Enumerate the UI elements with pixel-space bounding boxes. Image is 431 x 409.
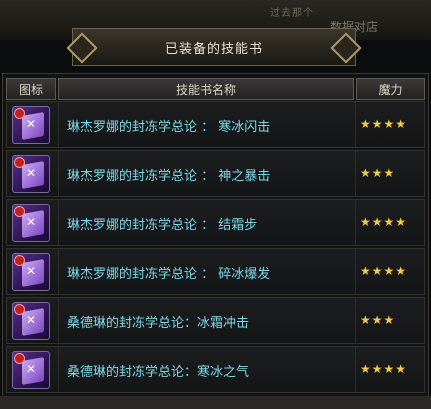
power-stars: ★★★: [360, 166, 396, 180]
skill-book-icon[interactable]: ✕: [12, 106, 50, 144]
header-power: 魔力: [356, 78, 425, 100]
skill-book-name: 桑德琳的封冻学总论：冰霜冲击: [67, 316, 250, 331]
lock-icon: [14, 304, 25, 315]
power-stars: ★★★★: [360, 362, 408, 376]
lock-icon: [14, 353, 25, 364]
skill-book-name: 琳杰罗娜的封冻学总论 ： 神之暴击: [67, 169, 271, 184]
table-row[interactable]: ✕ 琳杰罗娜的封冻学总论 ： 神之暴击 ★★★: [6, 150, 425, 197]
table-row[interactable]: ✕ 琳杰罗娜的封冻学总论 ： 寒冰闪击 ★★★★: [6, 101, 425, 148]
lock-icon: [14, 206, 25, 217]
table-header: 图标 技能书名称 魔力: [6, 78, 425, 100]
skill-book-icon[interactable]: ✕: [12, 351, 50, 389]
power-stars: ★★★★: [360, 264, 408, 278]
skill-book-name: 琳杰罗娜的封冻学总论 ： 寒冰闪击: [67, 120, 271, 135]
skill-book-icon[interactable]: ✕: [12, 155, 50, 193]
lock-icon: [14, 108, 25, 119]
window-title: 已装备的技能书: [164, 41, 263, 57]
skill-book-name: 琳杰罗娜的封冻学总论 ： 结霜步: [67, 218, 258, 233]
table-row[interactable]: ✕ 桑德琳的封冻学总论：冰霜冲击 ★★★: [6, 297, 425, 344]
skill-book-name: 琳杰罗娜的封冻学总论 ： 碎冰爆发: [67, 267, 271, 282]
power-stars: ★★★★: [360, 215, 408, 229]
equipped-skill-books-panel: 图标 技能书名称 魔力 ✕ 琳杰罗娜的封冻学总论 ： 寒冰闪击 ★★★★ ✕ 琳…: [2, 73, 429, 409]
table-row[interactable]: ✕ 琳杰罗娜的封冻学总论 ： 结霜步 ★★★★: [6, 199, 425, 246]
power-stars: ★★★★: [360, 117, 408, 131]
table-row[interactable]: ✕ 琳杰罗娜的封冻学总论 ： 碎冰爆发 ★★★★: [6, 248, 425, 295]
skill-book-icon[interactable]: ✕: [12, 204, 50, 242]
skill-book-icon[interactable]: ✕: [12, 302, 50, 340]
lock-icon: [14, 255, 25, 266]
skill-book-icon[interactable]: ✕: [12, 253, 50, 291]
lock-icon: [14, 157, 25, 168]
header-icon: 图标: [6, 78, 56, 100]
header-name: 技能书名称: [58, 78, 354, 100]
skill-book-name: 桑德琳的封冻学总论：寒冰之气: [67, 365, 250, 380]
window-title-bar: 已装备的技能书: [72, 28, 356, 66]
power-stars: ★★★: [360, 313, 396, 327]
table-row[interactable]: ✕ 桑德琳的封冻学总论：寒冰之气 ★★★★: [6, 346, 425, 393]
background-text: 过去那个: [270, 8, 314, 19]
bottom-strip: [0, 396, 431, 409]
